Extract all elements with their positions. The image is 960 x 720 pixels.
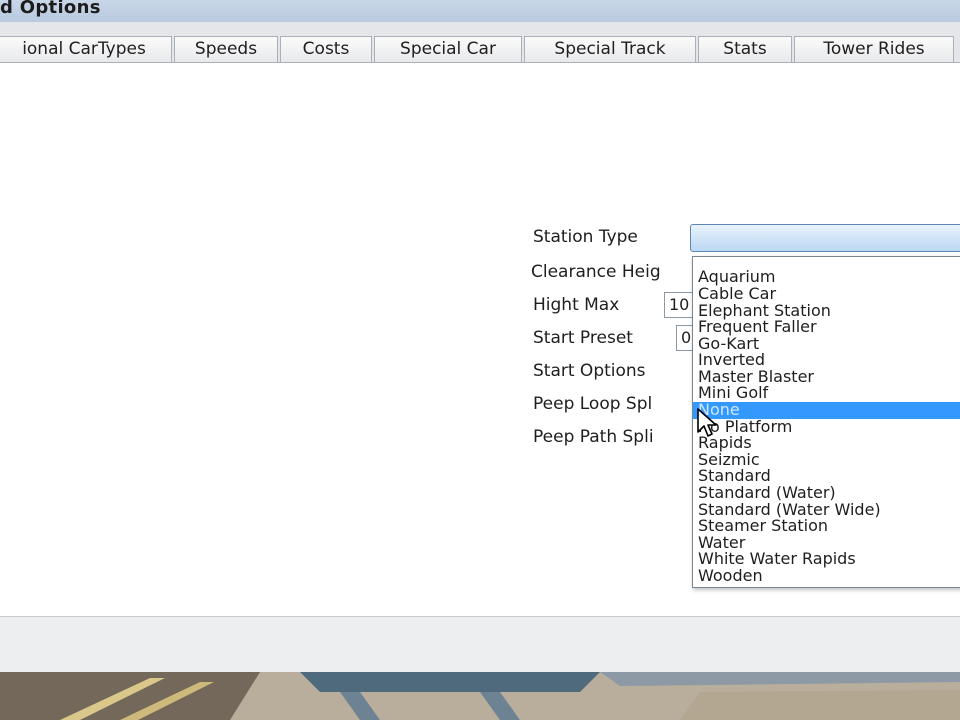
peep-loop-split-label: Peep Loop Spl xyxy=(533,394,653,414)
start-preset-label: Start Preset xyxy=(533,328,633,348)
mouse-pointer-icon xyxy=(697,408,721,442)
game-background-scene xyxy=(0,672,960,720)
clearance-height-label: Clearance Heig xyxy=(531,262,661,282)
tab-costs[interactable]: Costs xyxy=(280,36,372,62)
station-type-combobox[interactable] xyxy=(690,224,960,252)
tab-speeds[interactable]: Speeds xyxy=(174,36,278,62)
dialog-button-bar xyxy=(0,616,960,673)
tab-special-car[interactable]: Special Car xyxy=(374,36,522,62)
window-titlebar: d Options xyxy=(0,0,960,23)
tab-additional-car-types[interactable]: ional CarTypes xyxy=(0,36,172,62)
hight-max-label: Hight Max xyxy=(533,295,620,315)
tab-special-track[interactable]: Special Track xyxy=(524,36,696,62)
tab-tower-rides[interactable]: Tower Rides xyxy=(794,36,954,62)
station-type-dropdown-list: Aquarium Cable Car Elephant Station Freq… xyxy=(692,256,960,588)
window-title: d Options xyxy=(0,0,101,18)
tab-stats[interactable]: Stats xyxy=(698,36,792,62)
tab-strip: ional CarTypes Speeds Costs Special Car … xyxy=(0,22,960,62)
station-type-option[interactable]: Wooden xyxy=(693,568,960,585)
start-options-label: Start Options xyxy=(533,361,646,381)
peep-path-split-label: Peep Path Spli xyxy=(533,427,654,447)
station-type-label: Station Type xyxy=(533,227,638,247)
